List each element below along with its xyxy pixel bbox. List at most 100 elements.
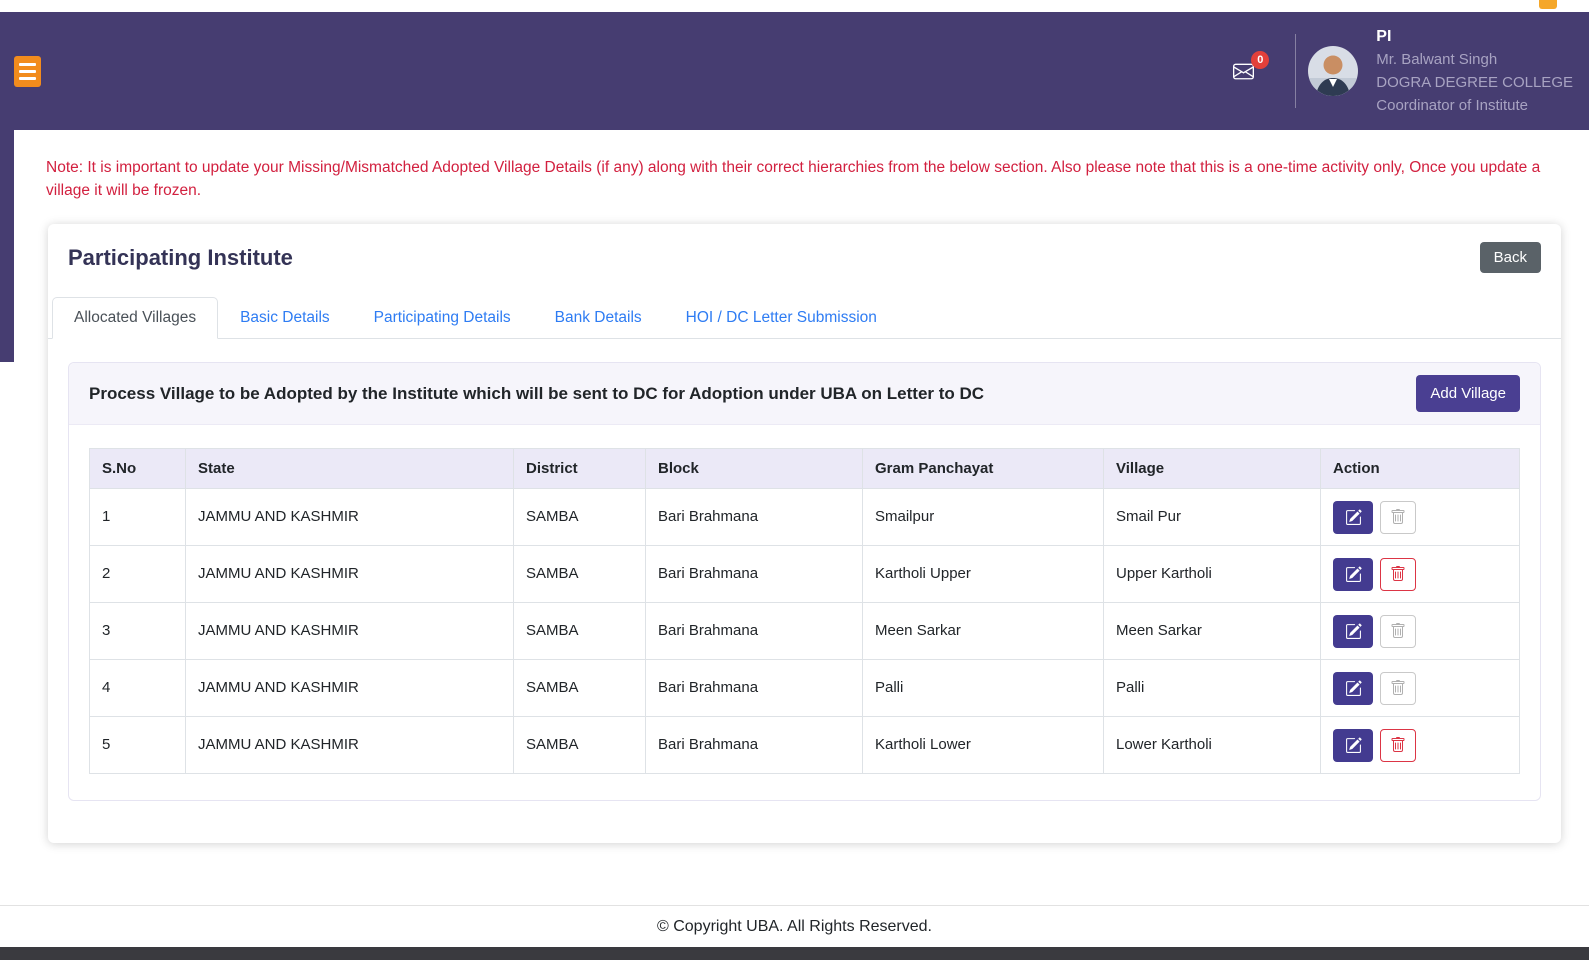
cell-sno: 2 [89, 545, 186, 603]
edit-village-button[interactable] [1333, 557, 1373, 591]
table-row: 3 JAMMU AND KASHMIR SAMBA Bari Brahmana … [89, 602, 1520, 660]
table-row: 1 JAMMU AND KASHMIR SAMBA Bari Brahmana … [89, 488, 1520, 546]
cell-action [1320, 545, 1520, 603]
page-title: Participating Institute [68, 244, 293, 270]
tab-participating-details[interactable]: Participating Details [352, 297, 533, 339]
app-header: 0 PI Mr. Balwant Singh DOGRA DEGREE COLL… [0, 12, 1589, 130]
cell-state: JAMMU AND KASHMIR [185, 545, 514, 603]
cell-state: JAMMU AND KASHMIR [185, 602, 514, 660]
col-header-sno: S.No [89, 448, 186, 489]
header-divider [1295, 34, 1297, 108]
user-institute: DOGRA DEGREE COLLEGE [1376, 74, 1573, 91]
cell-block: Bari Brahmana [645, 716, 863, 774]
col-header-village: Village [1103, 448, 1321, 489]
panel-header: Process Village to be Adopted by the Ins… [69, 363, 1540, 425]
main-content: Note: It is important to update your Mis… [0, 156, 1589, 843]
cell-state: JAMMU AND KASHMIR [185, 488, 514, 546]
trash-icon [1390, 623, 1406, 639]
footer: © Copyright UBA. All Rights Reserved. [0, 905, 1589, 947]
cell-district: SAMBA [513, 488, 646, 546]
cell-block: Bari Brahmana [645, 659, 863, 717]
trash-icon [1390, 680, 1406, 696]
pencil-square-icon [1345, 737, 1362, 754]
pencil-square-icon [1345, 680, 1362, 697]
table-header-row: S.No State District Block Gram Panchayat… [89, 448, 1520, 489]
edit-village-button[interactable] [1333, 614, 1373, 648]
delete-village-button[interactable] [1380, 557, 1416, 591]
copyright-text: © Copyright UBA. All Rights Reserved. [656, 917, 932, 935]
cell-village: Meen Sarkar [1103, 602, 1321, 660]
back-button[interactable]: Back [1479, 242, 1541, 273]
avatar[interactable] [1308, 46, 1359, 96]
cell-sno: 4 [89, 659, 186, 717]
trash-icon [1390, 737, 1406, 753]
hamburger-icon [19, 62, 36, 66]
tab-bar: Allocated Villages Basic Details Partici… [48, 297, 1561, 339]
trash-icon [1390, 509, 1406, 525]
top-corner-icon [1539, 0, 1557, 9]
col-header-gram-panchayat: Gram Panchayat [862, 448, 1104, 489]
cell-action [1320, 716, 1520, 774]
edit-village-button[interactable] [1333, 728, 1373, 762]
pencil-square-icon [1345, 566, 1362, 583]
cell-sno: 3 [89, 602, 186, 660]
table-row: 4 JAMMU AND KASHMIR SAMBA Bari Brahmana … [89, 659, 1520, 717]
user-name: Mr. Balwant Singh [1376, 51, 1498, 68]
villages-table: S.No State District Block Gram Panchayat… [89, 448, 1520, 774]
col-header-state: State [185, 448, 514, 489]
user-designation: Coordinator of Institute [1376, 97, 1529, 114]
cell-action [1320, 602, 1520, 660]
note-text: Note: It is important to update your Mis… [46, 159, 1541, 199]
cell-district: SAMBA [513, 659, 646, 717]
delete-village-button [1380, 671, 1416, 705]
cell-gram-panchayat: Kartholi Upper [862, 545, 1104, 603]
cell-gram-panchayat: Kartholi Lower [862, 716, 1104, 774]
tab-bank-details[interactable]: Bank Details [533, 297, 664, 339]
cell-village: Palli [1103, 659, 1321, 717]
user-info: PI Mr. Balwant Singh DOGRA DEGREE COLLEG… [1376, 25, 1573, 117]
edit-village-button[interactable] [1333, 500, 1373, 534]
tab-hoi-dc-letter-submission[interactable]: HOI / DC Letter Submission [664, 297, 899, 339]
cell-district: SAMBA [513, 545, 646, 603]
tab-allocated-villages[interactable]: Allocated Villages [52, 297, 219, 339]
table-row: 2 JAMMU AND KASHMIR SAMBA Bari Brahmana … [89, 545, 1520, 603]
cell-district: SAMBA [513, 602, 646, 660]
user-role: PI [1376, 28, 1392, 45]
cell-sno: 5 [89, 716, 186, 774]
villages-panel: Process Village to be Adopted by the Ins… [68, 362, 1541, 801]
panel-heading: Process Village to be Adopted by the Ins… [89, 383, 985, 403]
collapsed-sidebar [0, 130, 14, 362]
mail-badge: 0 [1251, 50, 1270, 69]
table-container: S.No State District Block Gram Panchayat… [69, 425, 1540, 800]
add-village-button[interactable]: Add Village [1416, 375, 1520, 412]
delete-village-button [1380, 500, 1416, 534]
cell-sno: 1 [89, 488, 186, 546]
cell-block: Bari Brahmana [645, 545, 863, 603]
top-strip [0, 0, 1589, 12]
cell-state: JAMMU AND KASHMIR [185, 659, 514, 717]
mail-button[interactable]: 0 [1230, 50, 1270, 82]
participating-institute-card: Participating Institute Back Allocated V… [48, 224, 1561, 843]
cell-state: JAMMU AND KASHMIR [185, 716, 514, 774]
cell-action [1320, 659, 1520, 717]
cell-action [1320, 488, 1520, 546]
col-header-block: Block [645, 448, 863, 489]
cell-block: Bari Brahmana [645, 602, 863, 660]
cell-district: SAMBA [513, 716, 646, 774]
cell-village: Smail Pur [1103, 488, 1321, 546]
cell-gram-panchayat: Meen Sarkar [862, 602, 1104, 660]
pencil-square-icon [1345, 623, 1362, 640]
pencil-square-icon [1345, 509, 1362, 526]
delete-village-button [1380, 614, 1416, 648]
tab-basic-details[interactable]: Basic Details [218, 297, 352, 339]
cell-gram-panchayat: Smailpur [862, 488, 1104, 546]
col-header-district: District [513, 448, 646, 489]
bottom-strip [0, 947, 1589, 960]
table-row: 5 JAMMU AND KASHMIR SAMBA Bari Brahmana … [89, 716, 1520, 774]
cell-gram-panchayat: Palli [862, 659, 1104, 717]
col-header-action: Action [1320, 448, 1520, 489]
cell-village: Upper Kartholi [1103, 545, 1321, 603]
delete-village-button[interactable] [1380, 728, 1416, 762]
menu-toggle-button[interactable] [14, 55, 41, 87]
edit-village-button[interactable] [1333, 671, 1373, 705]
